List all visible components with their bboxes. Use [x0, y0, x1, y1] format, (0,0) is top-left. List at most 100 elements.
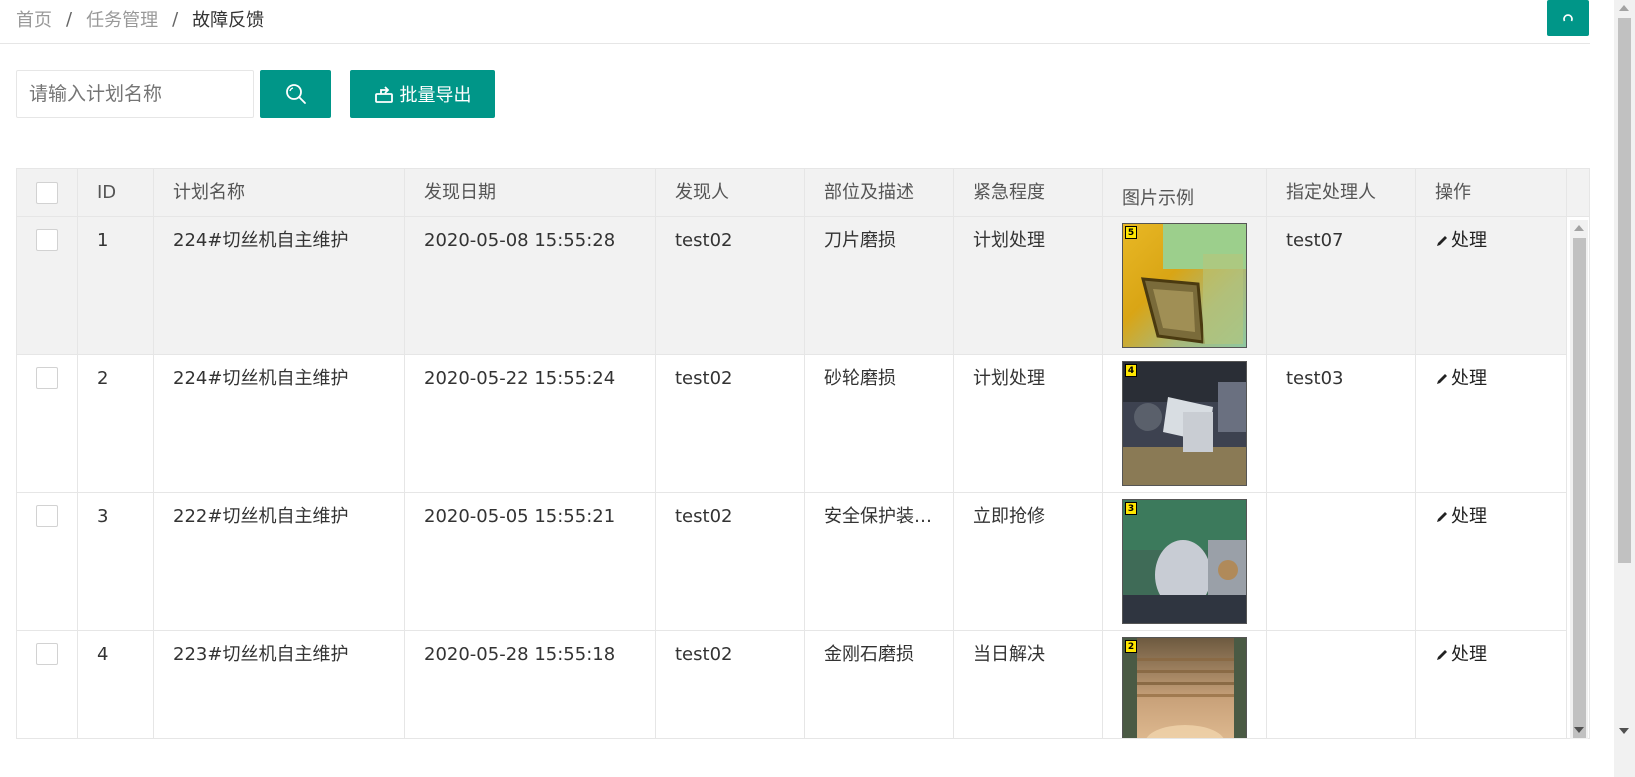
column-header-plan-name[interactable]: 计划名称	[154, 169, 405, 217]
row-select-cell	[17, 493, 78, 630]
header-gutter	[1567, 169, 1589, 217]
image-number-label: 4	[1125, 364, 1137, 377]
process-button[interactable]: 处理	[1435, 643, 1487, 667]
edit-icon	[1437, 236, 1447, 246]
cell-id: 3	[78, 493, 154, 630]
cell-finder: test02	[656, 493, 805, 630]
cell-plan-name: 224#切丝机自主维护	[154, 355, 405, 492]
process-label: 处理	[1451, 506, 1487, 527]
breadcrumb: 首页 / 任务管理 / 故障反馈	[16, 6, 264, 32]
fault-image-thumbnail[interactable]: 2	[1122, 637, 1247, 738]
scroll-down-arrow[interactable]	[1619, 728, 1629, 734]
row-checkbox[interactable]	[36, 505, 58, 527]
image-content	[1123, 362, 1246, 485]
breadcrumb-home[interactable]: 首页	[16, 6, 52, 32]
cell-action: 处理	[1416, 217, 1567, 354]
image-content	[1141, 224, 1246, 344]
cell-description: 金刚石磨损	[805, 631, 954, 738]
cell-found-date: 2020-05-28 15:55:18	[405, 631, 656, 738]
cell-found-date: 2020-05-08 15:55:28	[405, 217, 656, 354]
cell-description: 安全保护装…	[805, 493, 954, 630]
table-row[interactable]: 2 224#切丝机自主维护 2020-05-22 15:55:24 test02…	[17, 355, 1567, 493]
scrollbar-thumb[interactable]	[1573, 238, 1586, 738]
scroll-down-arrow[interactable]	[1574, 727, 1584, 733]
page-scrollbar[interactable]	[1614, 0, 1635, 777]
breadcrumb-task-management[interactable]: 任务管理	[86, 6, 158, 32]
column-header-urgency[interactable]: 紧急程度	[954, 169, 1103, 217]
edit-icon	[1437, 512, 1447, 522]
fault-image-thumbnail[interactable]: 4	[1122, 361, 1247, 486]
cell-plan-name: 224#切丝机自主维护	[154, 217, 405, 354]
fault-image-thumbnail[interactable]: 5	[1122, 223, 1247, 348]
fault-feedback-table: ID 计划名称 发现日期 发现人 部位及描述 紧急程度 图片示例 指定处理人 操…	[16, 168, 1590, 739]
column-header-id[interactable]: ID	[78, 169, 154, 217]
scroll-up-arrow[interactable]	[1619, 5, 1629, 11]
refresh-button[interactable]	[1547, 0, 1589, 36]
cell-assignee	[1267, 631, 1416, 738]
cell-finder: test02	[656, 217, 805, 354]
image-number-label: 3	[1125, 502, 1137, 515]
column-header-location-description[interactable]: 部位及描述	[805, 169, 954, 217]
edit-icon	[1437, 374, 1447, 384]
cell-action: 处理	[1416, 355, 1567, 492]
breadcrumb-separator: /	[172, 8, 179, 30]
process-button[interactable]: 处理	[1435, 367, 1487, 391]
scroll-up-arrow[interactable]	[1574, 225, 1584, 231]
row-checkbox[interactable]	[36, 367, 58, 389]
cell-plan-name: 223#切丝机自主维护	[154, 631, 405, 738]
select-all-checkbox[interactable]	[36, 182, 58, 204]
top-bar: 首页 / 任务管理 / 故障反馈	[0, 0, 1590, 44]
row-select-cell	[17, 631, 78, 738]
process-button[interactable]: 处理	[1435, 229, 1487, 253]
cell-urgency: 计划处理	[954, 355, 1103, 492]
row-checkbox[interactable]	[36, 229, 58, 251]
refresh-icon	[1563, 14, 1573, 22]
column-header-action[interactable]: 操作	[1416, 169, 1567, 217]
batch-export-label: 批量导出	[399, 85, 472, 106]
column-header-image[interactable]: 图片示例	[1103, 169, 1267, 217]
cell-id: 4	[78, 631, 154, 738]
column-header-assignee[interactable]: 指定处理人	[1267, 169, 1416, 217]
table-row[interactable]: 4 223#切丝机自主维护 2020-05-28 15:55:18 test02…	[17, 631, 1567, 738]
process-label: 处理	[1451, 230, 1487, 251]
image-content	[1123, 638, 1246, 738]
scrollbar-thumb[interactable]	[1618, 18, 1631, 563]
table-row[interactable]: 3 222#切丝机自主维护 2020-05-05 15:55:21 test02…	[17, 493, 1567, 631]
column-header-finder[interactable]: 发现人	[656, 169, 805, 217]
cell-finder: test02	[656, 631, 805, 738]
cell-id: 1	[78, 217, 154, 354]
cell-image: 5	[1103, 217, 1267, 354]
table-scrollbar[interactable]	[1570, 220, 1588, 739]
image-number-label: 2	[1125, 640, 1137, 653]
search-icon	[285, 84, 306, 104]
select-all-cell	[17, 169, 78, 217]
export-icon	[374, 86, 393, 103]
column-header-found-date[interactable]: 发现日期	[405, 169, 656, 217]
batch-export-button[interactable]: 批量导出	[350, 70, 495, 118]
cell-found-date: 2020-05-22 15:55:24	[405, 355, 656, 492]
process-button[interactable]: 处理	[1435, 505, 1487, 529]
row-checkbox[interactable]	[36, 643, 58, 665]
breadcrumb-separator: /	[66, 8, 73, 30]
image-content	[1123, 500, 1246, 623]
table-row[interactable]: 1 224#切丝机自主维护 2020-05-08 15:55:28 test02…	[17, 217, 1567, 355]
cell-urgency: 计划处理	[954, 217, 1103, 354]
breadcrumb-current: 故障反馈	[192, 10, 265, 31]
process-label: 处理	[1451, 368, 1487, 389]
cell-id: 2	[78, 355, 154, 492]
cell-finder: test02	[656, 355, 805, 492]
cell-assignee	[1267, 493, 1416, 630]
search-input[interactable]	[16, 70, 254, 118]
row-select-cell	[17, 217, 78, 354]
fault-image-thumbnail[interactable]: 3	[1122, 499, 1247, 624]
cell-image: 2	[1103, 631, 1267, 738]
image-number-label: 5	[1125, 226, 1137, 239]
cell-action: 处理	[1416, 493, 1567, 630]
cell-action: 处理	[1416, 631, 1567, 738]
cell-image: 3	[1103, 493, 1267, 630]
row-select-cell	[17, 355, 78, 492]
cell-plan-name: 222#切丝机自主维护	[154, 493, 405, 630]
cell-assignee: test03	[1267, 355, 1416, 492]
cell-image: 4	[1103, 355, 1267, 492]
search-button[interactable]	[260, 70, 331, 118]
